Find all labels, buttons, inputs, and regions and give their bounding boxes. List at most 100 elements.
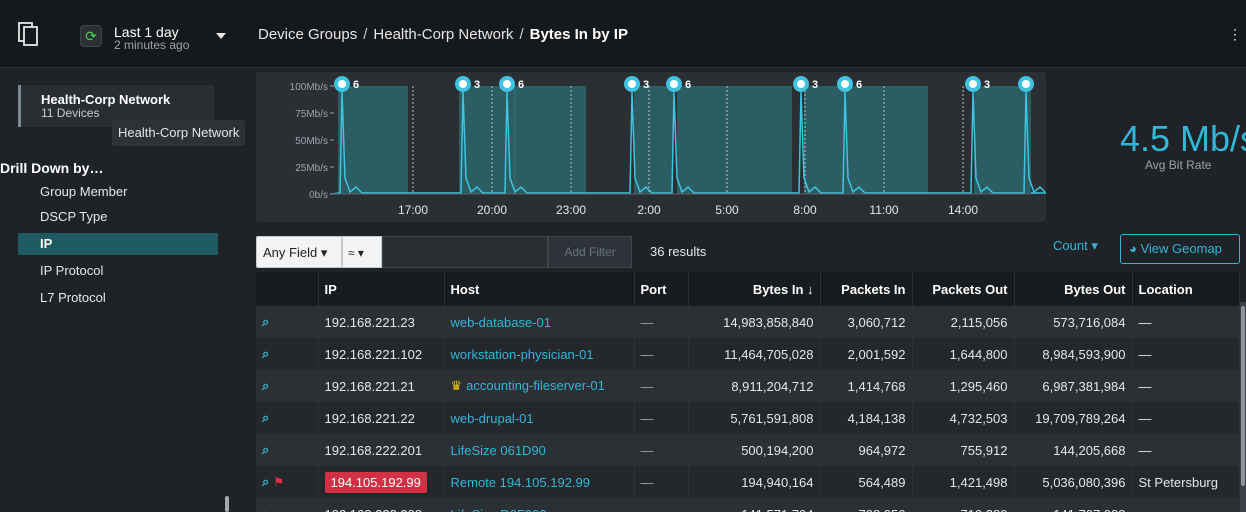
ip-value[interactable]: 194.105.192.99 <box>324 471 427 493</box>
cell-port: — <box>634 434 689 466</box>
breadcrumb-device-groups[interactable]: Device Groups <box>258 26 357 43</box>
host-link[interactable]: accounting-fileserver-01 <box>466 378 605 393</box>
chart-canvas: 100Mb/s 75Mb/s 50Mb/s 25Mb/s 0b/s 17:00 20:00 2… <box>290 76 1046 217</box>
col-location[interactable]: Location <box>1132 272 1240 306</box>
count-label: Count <box>1053 238 1088 253</box>
row-actions[interactable]: ⌕ ⚑ <box>256 466 319 498</box>
filter-input[interactable] <box>382 236 548 268</box>
col-packets-out[interactable]: Packets Out <box>912 272 1015 306</box>
breadcrumb-group[interactable]: Health-Corp Network <box>373 26 513 43</box>
cell-ip[interactable]: 192.168.221.102 <box>318 338 445 370</box>
cell-ip[interactable]: 194.105.192.99 <box>318 466 445 498</box>
table-row[interactable]: ⌕ 192.168.221.22 web-drupal-01—5,761,591,8… <box>256 402 1240 434</box>
search-icon[interactable]: ⌕ <box>262 506 269 512</box>
sidebar-scrollbar[interactable] <box>225 496 229 512</box>
host-link[interactable]: workstation-physician-01 <box>451 347 594 362</box>
cell-bytes-out: 6,987,381,984 <box>1014 370 1133 402</box>
sidebar-item-group-member[interactable]: Group Member <box>18 181 218 203</box>
view-geomap-button[interactable]: ◕ View Geomap <box>1120 234 1240 264</box>
cell-ip[interactable]: 192.168.221.23 <box>318 306 445 338</box>
search-icon[interactable]: ⌕ <box>262 442 269 457</box>
refresh-icon[interactable]: ⟳ <box>80 25 102 47</box>
time-range-sub: 2 minutes ago <box>114 38 190 52</box>
alert-marker-count: 3 <box>984 79 990 91</box>
table-row[interactable]: ⌕ ⚑ 194.105.192.99 Remote 194.105.192.99—19… <box>256 466 1240 498</box>
table-row[interactable]: ⌕ 192.168.221.23 web-database-01—14,983,85… <box>256 306 1240 338</box>
breadcrumb-separator: / <box>519 26 524 43</box>
cell-host[interactable]: LifeSize D0F302 <box>444 498 635 512</box>
cell-host[interactable]: Remote 194.105.192.99 <box>444 466 635 498</box>
alert-band <box>634 86 673 194</box>
host-link[interactable]: LifeSize D0F302 <box>451 507 547 512</box>
sidebar-item-dscp-type[interactable]: DSCP Type <box>18 206 218 228</box>
sidebar-item-ip[interactable]: IP <box>18 233 218 255</box>
chevron-down-icon[interactable] <box>216 33 226 39</box>
table-scrollbar-thumb[interactable] <box>1241 306 1245 486</box>
ip-value[interactable]: 192.168.221.23 <box>325 315 415 330</box>
table-row[interactable]: ⌕ 192.168.221.21 ♛ accounting-fileserver-01… <box>256 370 1240 402</box>
table-row[interactable]: ⌕192.168.222.208LifeSize D0F302—141,571,… <box>256 498 1240 512</box>
col-bytes-out[interactable]: Bytes Out <box>1014 272 1133 306</box>
search-icon[interactable]: ⌕ <box>262 314 269 329</box>
row-actions[interactable]: ⌕ <box>256 434 319 466</box>
alert-marker-core <box>628 80 636 88</box>
more-menu-icon[interactable]: ⋮ <box>1228 26 1242 43</box>
search-icon[interactable]: ⌕ <box>262 474 269 489</box>
host-link[interactable]: LifeSize 061D90 <box>451 443 546 458</box>
group-title: Health-Corp Network <box>41 92 171 107</box>
bytes-chart[interactable]: 100Mb/s 75Mb/s 50Mb/s 25Mb/s 0b/s 17:00 20:00 2… <box>256 72 1046 222</box>
cell-host[interactable]: workstation-physician-01 <box>444 338 635 370</box>
ip-value[interactable]: 192.168.221.102 <box>325 347 423 362</box>
col-port[interactable]: Port <box>634 272 689 306</box>
host-link[interactable]: Remote 194.105.192.99 <box>451 475 591 490</box>
cell-ip[interactable]: 192.168.221.22 <box>318 402 445 434</box>
cell-host[interactable]: ♛ accounting-fileserver-01 <box>444 370 635 402</box>
add-filter-button[interactable]: Add Filter <box>548 236 632 268</box>
cell-packets-out: 2,115,056 <box>912 306 1015 338</box>
count-dropdown[interactable]: Count ▾ <box>1053 238 1098 254</box>
cell-ip[interactable]: 192.168.222.208 <box>318 498 445 512</box>
col-bytes-in[interactable]: Bytes In ↓ <box>688 272 821 306</box>
cell-bytes-in: 11,464,705,028 <box>688 338 821 370</box>
cell-packets-in: 708,956 <box>820 498 913 512</box>
table-header-row: IP Host Port Bytes In ↓ Packets In Packe… <box>256 272 1240 306</box>
cell-ip[interactable]: 192.168.222.201 <box>318 434 445 466</box>
ip-value[interactable]: 192.168.221.21 <box>325 379 415 394</box>
cell-host[interactable]: web-drupal-01 <box>444 402 635 434</box>
cell-host[interactable]: web-database-01 <box>444 306 635 338</box>
cell-host[interactable]: LifeSize 061D90 <box>444 434 635 466</box>
cell-bytes-in: 500,194,200 <box>688 434 821 466</box>
cell-location: — <box>1132 370 1240 402</box>
ip-value[interactable]: 192.168.222.208 <box>325 507 423 512</box>
row-actions[interactable]: ⌕ <box>256 402 319 434</box>
field-select[interactable]: Any Field ▾ <box>256 236 342 268</box>
row-actions[interactable]: ⌕ <box>256 338 319 370</box>
col-packets-in[interactable]: Packets In <box>820 272 913 306</box>
devices-icon[interactable] <box>18 22 38 46</box>
cell-packets-out: 755,912 <box>912 434 1015 466</box>
results-count: 36 results <box>650 244 707 259</box>
table-row[interactable]: ⌕ 192.168.222.201 LifeSize 061D90 —500,194,… <box>256 434 1240 466</box>
search-icon[interactable]: ⌕ <box>262 410 269 425</box>
row-actions[interactable]: ⌕ <box>256 370 319 402</box>
alert-marker-core <box>1022 80 1030 88</box>
ip-value[interactable]: 192.168.222.201 <box>325 443 423 458</box>
flag-icon: ⚑ <box>273 475 285 489</box>
host-link[interactable]: web-database-01 <box>451 315 551 330</box>
row-actions[interactable]: ⌕ <box>256 306 319 338</box>
col-host[interactable]: Host <box>444 272 635 306</box>
cell-bytes-out: 19,709,789,264 <box>1014 402 1133 434</box>
table-row[interactable]: ⌕ 192.168.221.102 workstation-physician-01… <box>256 338 1240 370</box>
sidebar-item-ip-protocol[interactable]: IP Protocol <box>18 260 218 282</box>
search-icon[interactable]: ⌕ <box>262 346 269 361</box>
ip-value[interactable]: 192.168.221.22 <box>325 411 415 426</box>
tooltip: Health-Corp Network <box>112 120 246 146</box>
cell-ip[interactable]: 192.168.221.21 <box>318 370 445 402</box>
sidebar-item-l7-protocol[interactable]: L7 Protocol <box>18 287 218 309</box>
operator-select[interactable]: ≈ ▾ <box>342 236 382 268</box>
col-ip[interactable]: IP <box>318 272 445 306</box>
row-actions[interactable]: ⌕ <box>256 498 319 512</box>
host-link[interactable]: web-drupal-01 <box>451 411 534 426</box>
cell-packets-out: 710,280 <box>912 498 1015 512</box>
search-icon[interactable]: ⌕ <box>262 378 269 393</box>
